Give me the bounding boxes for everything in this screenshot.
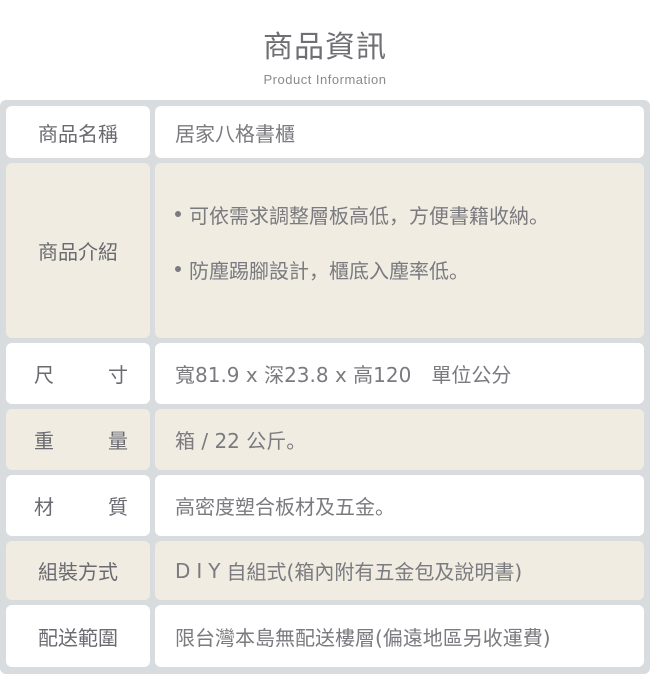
row-value-product-intro: 可依需求調整層板高低，方便書籍收納。 防塵踢腳設計，櫃底入塵率低。 [155,163,644,338]
bullet-dot-icon [175,211,181,217]
row-value-material: 高密度塑合板材及五金。 [155,475,644,536]
label-char: 寸 [108,363,128,387]
row-value-size: 寬81.9 x 深23.8 x 高120 單位公分 [155,343,644,404]
label-text: 組裝方式 [38,560,118,584]
bullet-dot-icon [175,266,181,272]
label-text: 配送範圍 [38,625,118,650]
value-text: 自組式(箱內附有五金包及說明書) [226,560,523,584]
row-label-size: 尺 寸 [6,343,150,404]
label-char: 質 [108,495,128,519]
feature-text: 可依需求調整層板高低，方便書籍收納。 [189,203,549,228]
label-char: 尺 [34,363,54,387]
row-value-delivery: 限台灣本島無配送樓層(偏遠地區另收運費) [155,605,644,667]
row-label-assembly: 組裝方式 [6,541,150,600]
value-text: 居家八格書櫃 [175,121,295,146]
label-text: 商品介紹 [38,240,118,264]
feature-text: 防塵踢腳設計，櫃底入塵率低。 [189,258,469,283]
value-text: 限台灣本島無配送樓層(偏遠地區另收運費) [175,625,551,650]
row-label-product-intro: 商品介紹 [6,163,150,338]
section-title: 商品資訊 [263,30,387,65]
value-text: 寬81.9 x 深23.8 x 高120 單位公分 [175,363,512,387]
row-value-product-name: 居家八格書櫃 [155,106,644,158]
value-text: 箱 / 22 公斤。 [175,429,307,453]
value-prefix: DIY [175,558,227,583]
row-value-weight: 箱 / 22 公斤。 [155,409,644,470]
label-text: 商品名稱 [38,121,118,146]
row-label-product-name: 商品名稱 [6,106,150,158]
feature-bullet: 可依需求調整層板高低，方便書籍收納。 [175,201,549,228]
label-char: 材 [34,495,54,519]
value-text: 高密度塑合板材及五金。 [175,495,395,519]
section-subtitle: Product Information [263,72,387,87]
label-char: 量 [108,429,128,453]
label-char: 重 [34,429,54,453]
row-value-assembly: DIY 自組式(箱內附有五金包及說明書) [155,541,644,600]
feature-bullet: 防塵踢腳設計，櫃底入塵率低。 [175,256,469,283]
row-label-delivery: 配送範圍 [6,605,150,667]
row-label-material: 材 質 [6,475,150,536]
row-label-weight: 重 量 [6,409,150,470]
